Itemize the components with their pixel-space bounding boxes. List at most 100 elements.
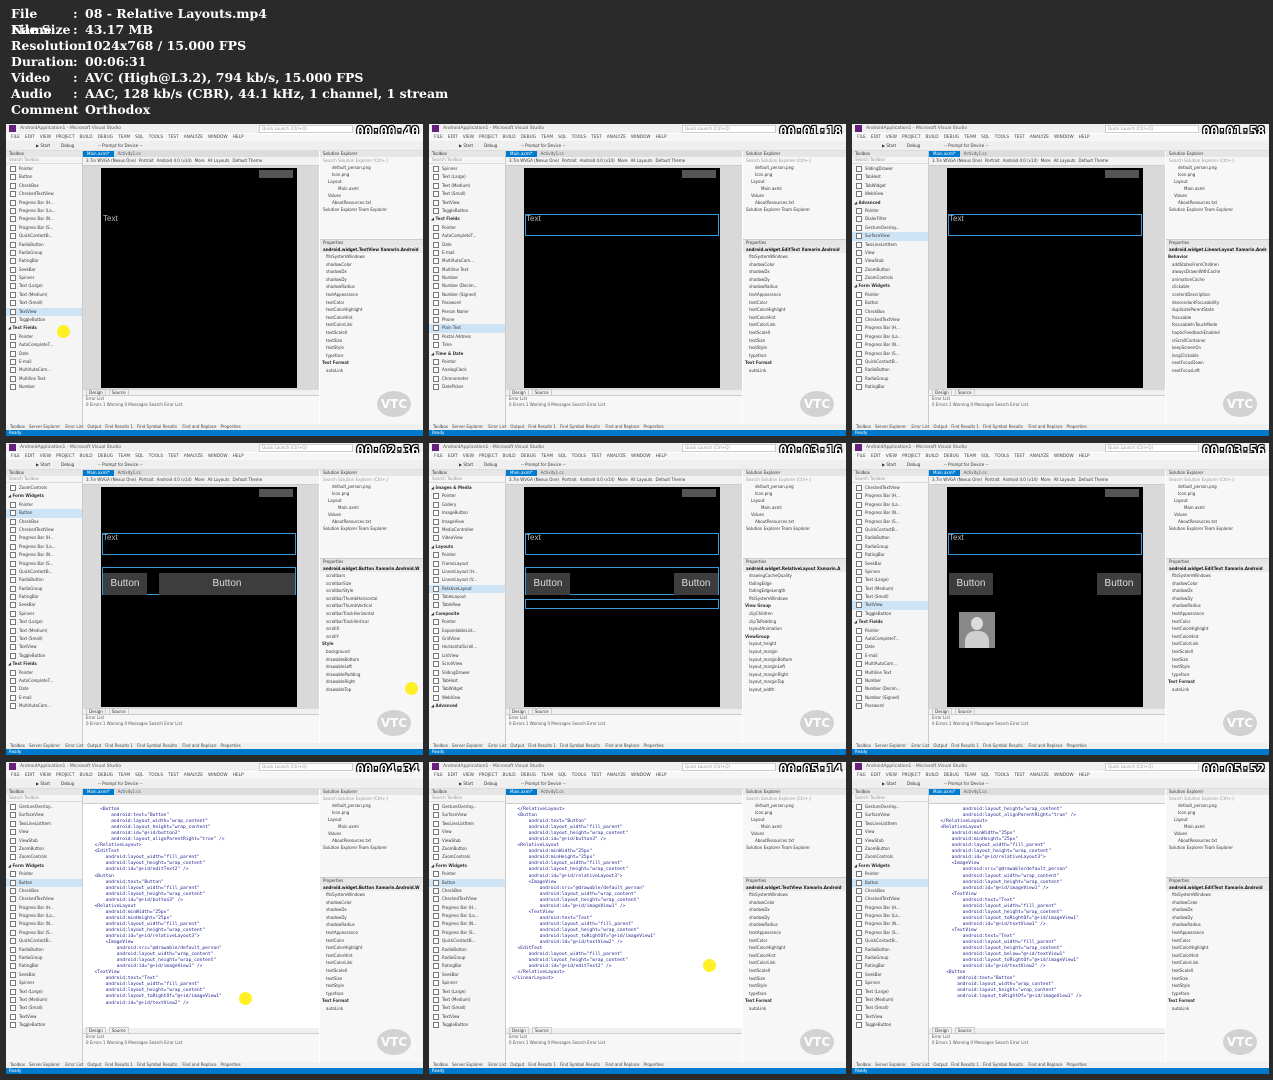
menu-item[interactable]: VIEW (463, 454, 474, 459)
property-row[interactable]: clipToPadding (743, 618, 846, 626)
toolbox-item[interactable]: ToggleButton (852, 1021, 928, 1029)
menu-item[interactable]: PROJECT (479, 773, 498, 778)
toolbox-item[interactable]: TwoLineListItem (852, 820, 928, 828)
toolbox-item[interactable]: Progress Bar (H... (852, 492, 928, 500)
toolbox-item[interactable]: Date (852, 643, 928, 651)
menu-item[interactable]: ANALYZE (1030, 454, 1049, 459)
toolbox-item[interactable]: Pointer (429, 492, 505, 500)
property-row[interactable]: Text Format (743, 997, 846, 1005)
solution-item[interactable]: Icon.png (743, 490, 846, 497)
solution-item[interactable]: Layout (743, 497, 846, 504)
toolbox-item[interactable]: RatingBar (852, 383, 928, 391)
designer-option[interactable]: Portrait (562, 477, 577, 482)
designer-option[interactable]: Portrait (139, 477, 154, 482)
property-row[interactable]: drawablePadding (320, 671, 423, 679)
toolbox-item[interactable]: Pointer (852, 870, 928, 878)
device-select[interactable]: -- Prompt for Device -- (521, 462, 565, 467)
property-row[interactable]: textColorLink (320, 321, 423, 329)
toolbox-item[interactable]: WebView (429, 694, 505, 702)
toolbox-item[interactable]: DatePicker (429, 383, 505, 391)
toolbox-item[interactable]: Progress Bar (La... (6, 207, 82, 215)
toolbox-item[interactable]: Progress Bar (H... (6, 534, 82, 542)
textview-widget[interactable]: Text (103, 533, 118, 542)
tool-tab[interactable]: Error List (65, 743, 83, 748)
menu-item[interactable]: TEAM (541, 773, 553, 778)
toolbox-search-input[interactable]: Search Toolbox (429, 795, 505, 802)
property-row[interactable]: layout_marginLeft (743, 663, 846, 671)
solution-search-input[interactable]: Search Solution Explorer (Ctrl+;) (1166, 157, 1269, 164)
tool-tab[interactable]: Error List (911, 1062, 929, 1067)
toolbox-item[interactable]: Number (Signed) (429, 291, 505, 299)
tool-tab[interactable]: Output (510, 424, 524, 429)
tool-tab[interactable]: Find Symbol Results (983, 1062, 1023, 1067)
menu-item[interactable]: DEBUG (98, 135, 113, 140)
property-row[interactable]: Style (320, 640, 423, 648)
toolbox-item[interactable]: RadioGroup (852, 543, 928, 551)
tool-tab[interactable]: Toolbox (856, 743, 871, 748)
solution-item[interactable]: Values (1166, 830, 1269, 837)
property-row[interactable]: drawingCacheQuality (743, 572, 846, 580)
property-row[interactable]: descendantFocusability (1166, 299, 1269, 307)
menu-item[interactable]: BUILD (503, 135, 516, 140)
quick-launch-input[interactable]: Quick Launch (Ctrl+Q) (682, 125, 776, 133)
property-row[interactable]: drawableBottom (320, 656, 423, 664)
property-row[interactable]: textColor (320, 937, 423, 945)
menu-item[interactable]: PROJECT (902, 454, 921, 459)
toolbox-item[interactable]: Progress Bar (N... (852, 920, 928, 928)
property-row[interactable]: Text Format (743, 359, 846, 367)
property-row[interactable]: textStyle (743, 982, 846, 990)
toolbox-item[interactable]: Button (852, 299, 928, 307)
xml-editor[interactable]: <Button android:text="Button" android:la… (83, 804, 319, 1028)
menu-item[interactable]: WINDOW (631, 454, 651, 459)
solution-item[interactable]: Main.axml (743, 823, 846, 830)
toolbox-item[interactable]: RadioButton (852, 946, 928, 954)
property-row[interactable]: scrollbars (320, 572, 423, 580)
toolbox-item[interactable]: ExpandableList... (429, 627, 505, 635)
menu-item[interactable]: EDIT (25, 135, 35, 140)
tool-tab[interactable]: Toolbox (433, 424, 448, 429)
tool-tab[interactable]: Find Results 1 (528, 743, 556, 748)
toolbox-item[interactable]: Progress Bar (La... (852, 333, 928, 341)
toolbox-item[interactable]: Progress Bar (S... (429, 929, 505, 937)
menu-item[interactable]: TOOLS (149, 773, 164, 778)
document-tab[interactable]: Activity1.cs (960, 789, 991, 795)
tool-tab[interactable]: Output (87, 1062, 101, 1067)
property-row[interactable]: View Group (743, 602, 846, 610)
start-button[interactable]: ▶ Start (459, 143, 473, 148)
tool-tab[interactable]: Server Explorer (29, 743, 60, 748)
toolbox-item[interactable]: RatingBar (429, 962, 505, 970)
toolbox-item[interactable]: Progress Bar (La... (6, 543, 82, 551)
menu-item[interactable]: SQL (135, 773, 144, 778)
menu-item[interactable]: TEST (591, 454, 602, 459)
toolbox-item[interactable]: ToggleButton (852, 610, 928, 618)
menu-item[interactable]: WINDOW (208, 773, 228, 778)
toolbox-item[interactable]: E-mail (6, 358, 82, 366)
menu-item[interactable]: VIEW (886, 135, 897, 140)
tool-tab[interactable]: Properties (220, 1062, 240, 1067)
solution-item[interactable]: default_person.png (320, 802, 423, 809)
solution-item[interactable]: default_person.png (743, 802, 846, 809)
menu-item[interactable]: HELP (1079, 135, 1090, 140)
solution-item[interactable]: default_person.png (743, 483, 846, 490)
toolbox-item[interactable]: CheckBox (6, 182, 82, 190)
menu-item[interactable]: HELP (1079, 454, 1090, 459)
menu-item[interactable]: EDIT (871, 773, 881, 778)
toolbox-item[interactable]: RadioGroup (6, 954, 82, 962)
menu-item[interactable]: DEBUG (98, 773, 113, 778)
property-row[interactable]: fitsSystemWindows (320, 253, 423, 261)
solution-item[interactable]: Values (743, 511, 846, 518)
tool-tab[interactable]: Output (510, 1062, 524, 1067)
imageview-widget[interactable] (959, 612, 995, 648)
toolbox-item[interactable]: Number (429, 274, 505, 282)
menu-item[interactable]: PROJECT (902, 135, 921, 140)
menu-item[interactable]: TEAM (118, 454, 130, 459)
toolbox-item[interactable]: E-mail (429, 249, 505, 257)
menu-item[interactable]: ANALYZE (607, 135, 626, 140)
menu-item[interactable]: ANALYZE (184, 135, 203, 140)
toolbox-item[interactable]: VideoView (429, 534, 505, 542)
toolbox-item[interactable]: Multiline Text (429, 266, 505, 274)
toolbox-item[interactable]: Phone (429, 316, 505, 324)
textview-widget[interactable]: Text (949, 533, 964, 542)
menu-item[interactable]: HELP (656, 454, 667, 459)
property-row[interactable]: fadingEdge (743, 580, 846, 588)
